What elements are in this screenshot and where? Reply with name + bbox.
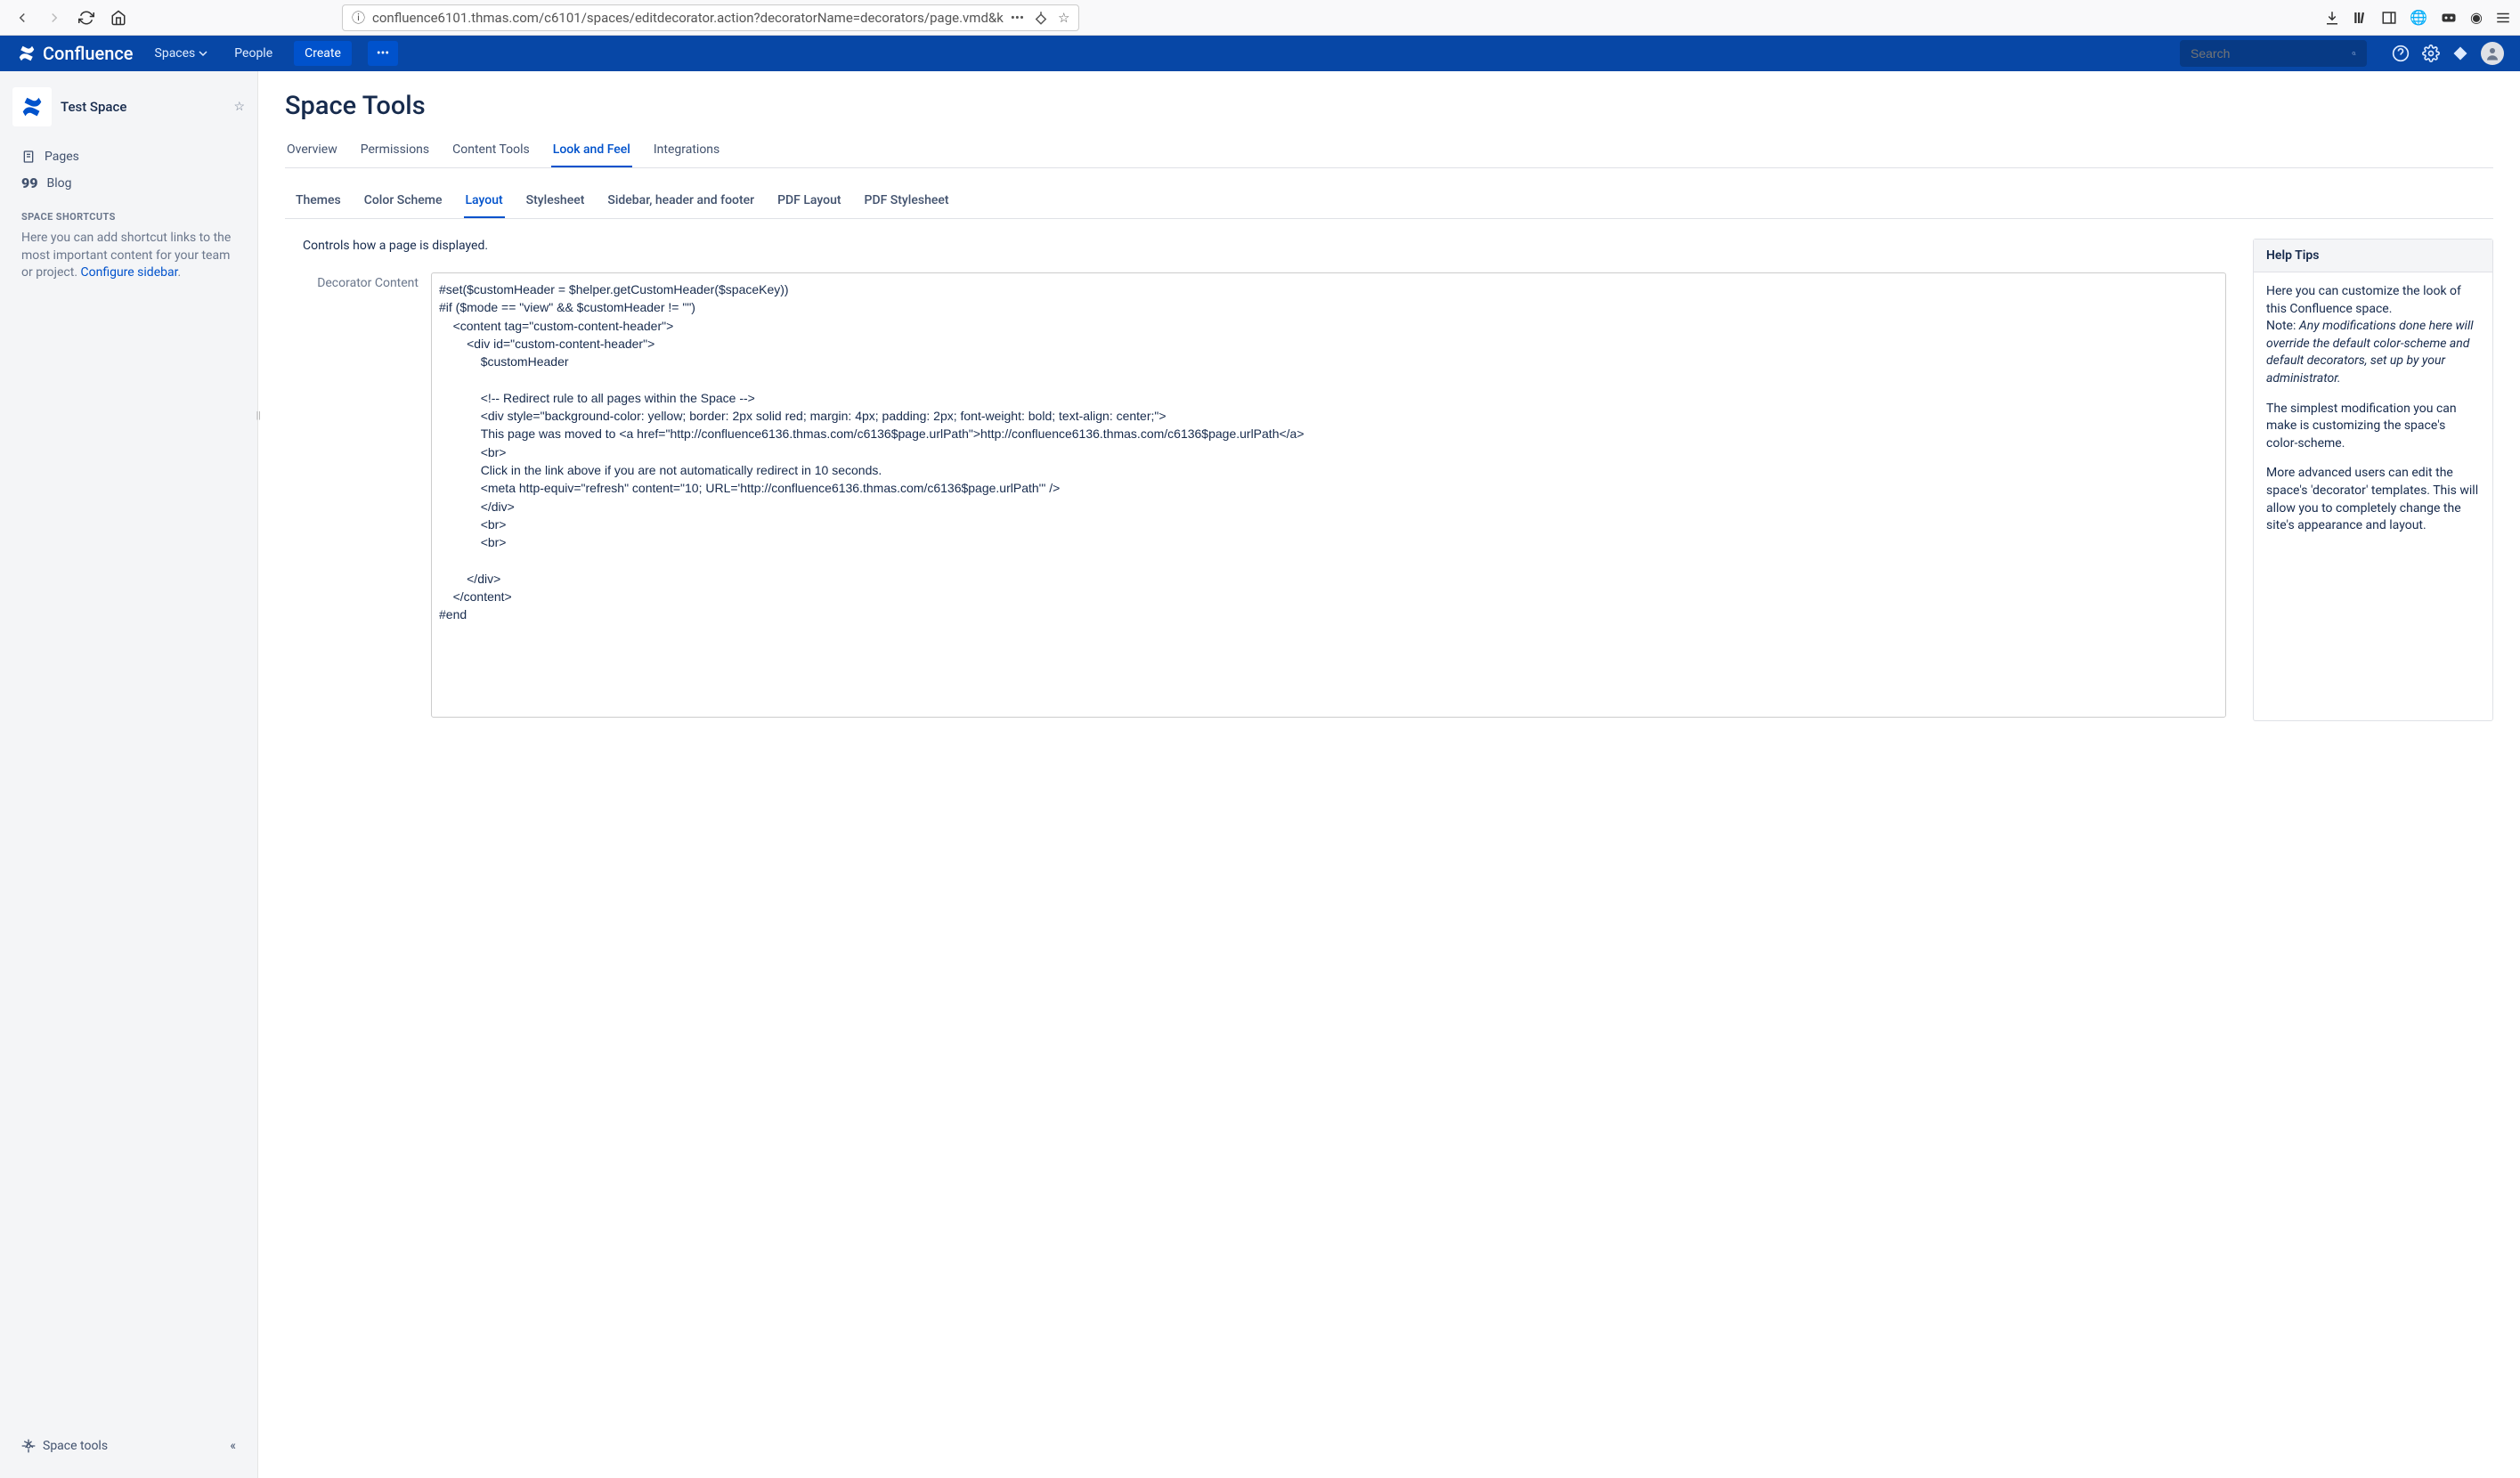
- sidebar-footer: Space tools «: [12, 1430, 245, 1462]
- shortcuts-title: SPACE SHORTCUTS: [21, 211, 236, 223]
- back-button[interactable]: [9, 4, 36, 31]
- url-bar[interactable]: ⓘ confluence6101.thmas.com/c6101/spaces/…: [342, 4, 1079, 31]
- reader-icon[interactable]: [1033, 10, 1049, 26]
- confluence-icon: [16, 43, 37, 64]
- product-logo[interactable]: Confluence: [16, 43, 134, 64]
- favorite-star-icon[interactable]: ☆: [233, 100, 245, 114]
- search-input[interactable]: [2191, 46, 2352, 61]
- gear-icon[interactable]: [2422, 45, 2440, 62]
- page-title: Space Tools: [285, 91, 2493, 121]
- help-tips-box: Help Tips Here you can customize the loo…: [2253, 239, 2493, 721]
- top-nav: Confluence Spaces People Create •••: [0, 36, 2520, 71]
- create-button[interactable]: Create: [294, 41, 352, 66]
- sidebar-item-label: Blog: [47, 176, 72, 191]
- sidebar-item-label: Pages: [45, 150, 79, 164]
- search-box[interactable]: [2180, 40, 2367, 67]
- forward-button[interactable]: [41, 4, 68, 31]
- subtab-color-scheme[interactable]: Color Scheme: [362, 188, 444, 218]
- nav-spaces[interactable]: Spaces: [150, 46, 214, 61]
- ext2-icon[interactable]: [2440, 10, 2458, 26]
- tab-integrations[interactable]: Integrations: [652, 137, 721, 167]
- more-icon[interactable]: •••: [1011, 10, 1024, 26]
- page-icon: [21, 150, 36, 164]
- collapse-icon[interactable]: «: [230, 1439, 236, 1453]
- more-button[interactable]: •••: [368, 41, 398, 66]
- help-p1: Here you can customize the look of this …: [2266, 283, 2480, 388]
- subtab-themes[interactable]: Themes: [294, 188, 343, 218]
- tabs: Overview Permissions Content Tools Look …: [285, 137, 2493, 168]
- space-name[interactable]: Test Space: [61, 99, 224, 115]
- tab-content-tools[interactable]: Content Tools: [451, 137, 532, 167]
- description-text: Controls how a page is displayed.: [303, 239, 2226, 253]
- decorator-textarea[interactable]: [431, 272, 2226, 718]
- space-header: Test Space ☆: [12, 87, 245, 126]
- content-area: Space Tools Overview Permissions Content…: [258, 71, 2520, 1478]
- quote-icon: 99: [21, 175, 38, 191]
- avatar[interactable]: [2481, 42, 2504, 65]
- subtab-sidebar-header-footer[interactable]: Sidebar, header and footer: [606, 188, 756, 218]
- reload-button[interactable]: [73, 4, 100, 31]
- star-icon[interactable]: ☆: [1058, 10, 1069, 26]
- sidebar-item-pages[interactable]: Pages: [12, 144, 245, 169]
- nav-people[interactable]: People: [229, 46, 278, 61]
- subtab-pdf-stylesheet[interactable]: PDF Stylesheet: [863, 188, 951, 218]
- help-p3: More advanced users can edit the space's…: [2266, 465, 2480, 534]
- subtab-layout[interactable]: Layout: [464, 188, 505, 218]
- sidebar: Test Space ☆ Pages 99 Blog SPACE SHORTCU…: [0, 71, 258, 1478]
- form-label: Decorator Content: [303, 272, 419, 721]
- help-icon[interactable]: [2392, 45, 2410, 62]
- home-button[interactable]: [105, 4, 132, 31]
- space-tools-button[interactable]: Space tools: [21, 1439, 108, 1453]
- menu-icon[interactable]: [2495, 10, 2511, 26]
- ext3-icon[interactable]: ◉: [2470, 9, 2483, 26]
- sidebar-icon[interactable]: [2381, 10, 2397, 26]
- resize-handle[interactable]: ||: [256, 410, 261, 421]
- subtab-pdf-layout[interactable]: PDF Layout: [776, 188, 842, 218]
- tab-permissions[interactable]: Permissions: [359, 137, 431, 167]
- subtabs: Themes Color Scheme Layout Stylesheet Si…: [285, 188, 2493, 219]
- notification-icon[interactable]: [2452, 45, 2468, 61]
- tab-look-and-feel[interactable]: Look and Feel: [551, 137, 632, 167]
- help-p2: The simplest modification you can make i…: [2266, 401, 2480, 453]
- browser-chrome: ⓘ confluence6101.thmas.com/c6101/spaces/…: [0, 0, 2520, 36]
- chevron-down-icon: [199, 49, 207, 58]
- downloads-icon[interactable]: [2324, 10, 2340, 26]
- confluence-icon: [19, 93, 45, 120]
- subtab-stylesheet[interactable]: Stylesheet: [524, 188, 587, 218]
- info-icon: ⓘ: [352, 8, 365, 27]
- gear-icon: [21, 1439, 36, 1453]
- space-logo[interactable]: [12, 87, 52, 126]
- sidebar-item-blog[interactable]: 99 Blog: [12, 169, 245, 197]
- configure-sidebar-link[interactable]: Configure sidebar: [81, 265, 178, 280]
- shortcuts-desc: Here you can add shortcut links to the m…: [12, 230, 245, 282]
- search-icon: [2352, 46, 2356, 61]
- help-title: Help Tips: [2254, 240, 2492, 272]
- product-name: Confluence: [43, 43, 134, 64]
- url-text: confluence6101.thmas.com/c6101/spaces/ed…: [372, 10, 1004, 26]
- ext1-icon[interactable]: 🌐: [2410, 9, 2427, 26]
- library-icon[interactable]: [2353, 10, 2369, 26]
- tab-overview[interactable]: Overview: [285, 137, 339, 167]
